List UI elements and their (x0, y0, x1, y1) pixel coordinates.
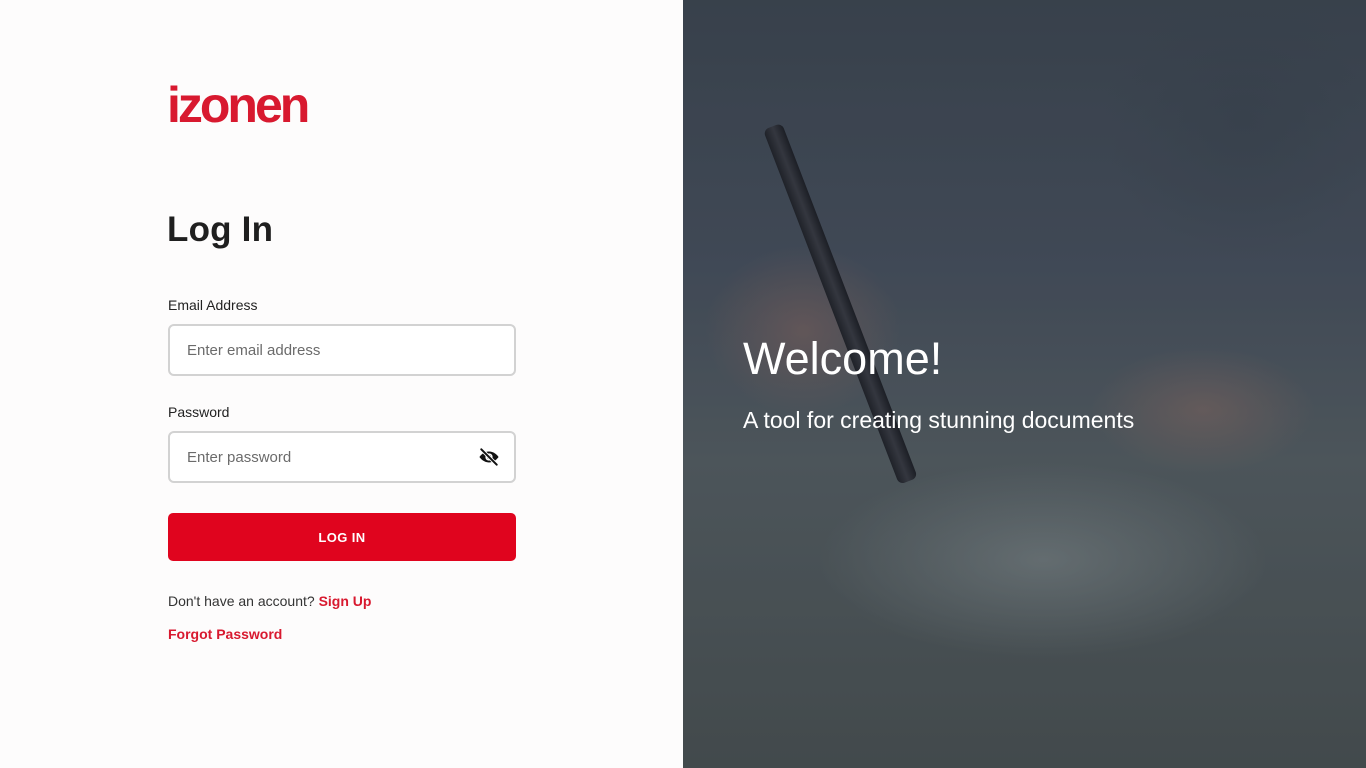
password-input[interactable] (170, 433, 514, 481)
brand-logo: izonen (167, 77, 310, 133)
eye-off-icon[interactable] (478, 447, 500, 467)
password-label: Password (168, 404, 230, 420)
hero-heading: Welcome! (743, 333, 943, 384)
logo-text: izonen (167, 77, 310, 133)
email-input[interactable] (170, 326, 514, 374)
login-panel: izonen Log In Email Address Password LOG… (0, 0, 683, 768)
login-button[interactable]: LOG IN (168, 513, 516, 561)
hero-panel: Welcome! A tool for creating stunning do… (683, 0, 1366, 768)
password-field-wrapper (168, 431, 516, 483)
email-field-wrapper (168, 324, 516, 376)
hero-subheading: A tool for creating stunning documents (743, 407, 1135, 433)
forgot-password-link[interactable]: Forgot Password (168, 626, 282, 642)
page-title: Log In (167, 210, 274, 249)
signup-link[interactable]: Sign Up (319, 593, 372, 609)
email-label: Email Address (168, 297, 258, 313)
signup-row: Don't have an account? Sign Up (168, 593, 371, 609)
signup-prompt: Don't have an account? (168, 593, 315, 609)
